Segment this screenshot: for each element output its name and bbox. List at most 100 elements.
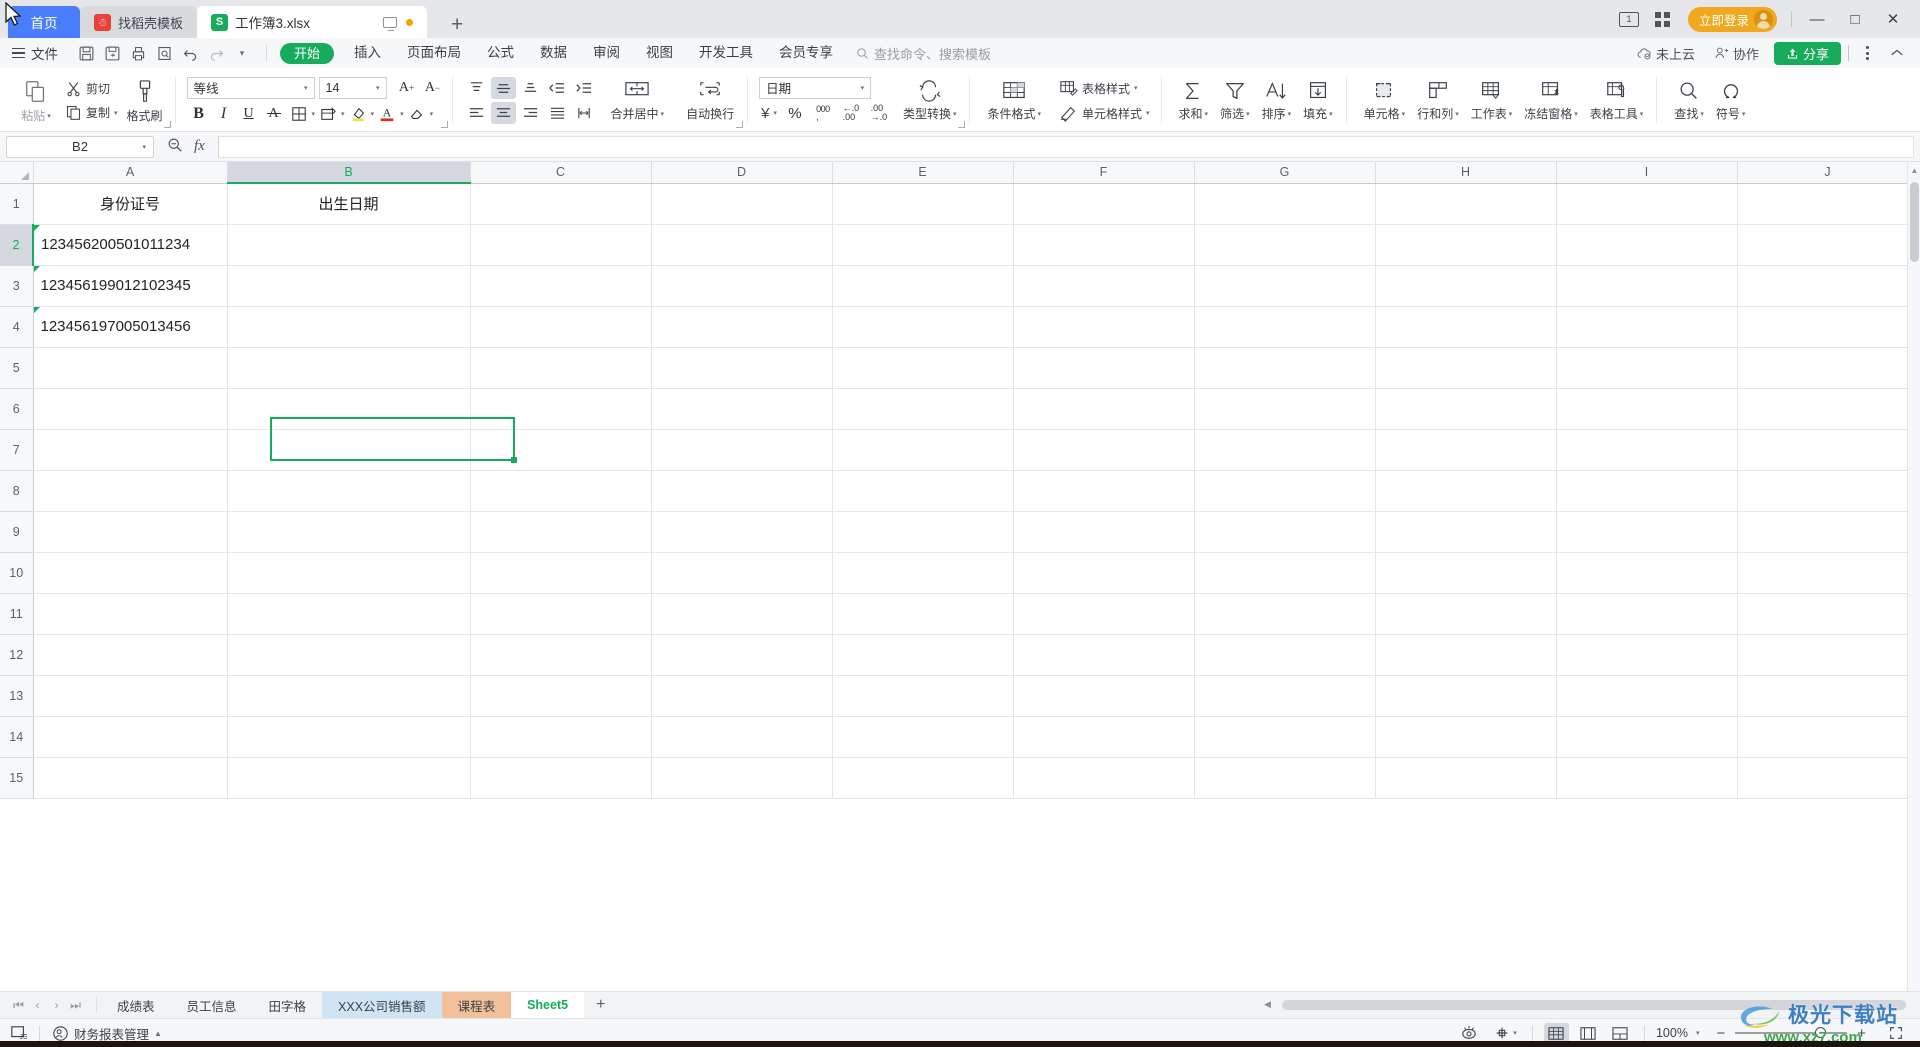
- cell-I9[interactable]: [1556, 511, 1738, 553]
- cell-E9[interactable]: [832, 511, 1014, 553]
- column-header-A[interactable]: A: [33, 162, 228, 184]
- cell-I5[interactable]: [1556, 347, 1738, 389]
- cell-I14[interactable]: [1556, 716, 1738, 758]
- cell-G4[interactable]: [1194, 306, 1376, 348]
- undo-icon[interactable]: [178, 41, 202, 65]
- number-dialog-launcher[interactable]: [958, 121, 966, 128]
- collapse-ribbon-icon[interactable]: [1882, 39, 1912, 67]
- conditional-format-button[interactable]: 条件格式 ▾: [981, 70, 1047, 131]
- cell-F7[interactable]: [1013, 429, 1195, 471]
- cell-F11[interactable]: [1013, 593, 1195, 635]
- cell-F1[interactable]: [1013, 183, 1195, 225]
- column-header-E[interactable]: E: [832, 162, 1014, 184]
- cell-F6[interactable]: [1013, 388, 1195, 430]
- cell-E7[interactable]: [832, 429, 1014, 471]
- column-header-H[interactable]: H: [1375, 162, 1557, 184]
- comma-format-button[interactable]: 000,: [811, 102, 835, 125]
- last-sheet-button[interactable]: ⏭: [67, 998, 84, 1013]
- chevron-down-icon[interactable]: ▾: [142, 143, 146, 151]
- cell-B4[interactable]: [227, 306, 471, 348]
- save-icon[interactable]: [74, 41, 98, 65]
- cell-D2[interactable]: [651, 224, 833, 266]
- cell-I6[interactable]: [1556, 388, 1738, 430]
- cell-H1[interactable]: [1375, 183, 1557, 225]
- cell-F9[interactable]: [1013, 511, 1195, 553]
- align-middle-icon[interactable]: [490, 77, 516, 99]
- cell-C7[interactable]: [470, 429, 652, 471]
- column-header-B[interactable]: B: [227, 162, 471, 184]
- horizontal-scrollbar[interactable]: ◀: [1260, 992, 1920, 1018]
- cell-F3[interactable]: [1013, 265, 1195, 307]
- cell-H5[interactable]: [1375, 347, 1557, 389]
- cell-C13[interactable]: [470, 675, 652, 717]
- cell-G15[interactable]: [1194, 757, 1376, 799]
- bold-button[interactable]: B: [187, 102, 211, 125]
- cell-C12[interactable]: [470, 634, 652, 676]
- cell-H3[interactable]: [1375, 265, 1557, 307]
- strikethrough-button[interactable]: A: [262, 102, 286, 125]
- cell-E5[interactable]: [832, 347, 1014, 389]
- cell-F14[interactable]: [1013, 716, 1195, 758]
- minimize-button[interactable]: —: [1800, 4, 1834, 34]
- cell-D3[interactable]: [651, 265, 833, 307]
- row-header-2[interactable]: 2: [0, 224, 34, 266]
- tab-page-layout[interactable]: 页面布局: [394, 38, 474, 68]
- borders-button[interactable]: [287, 102, 311, 125]
- cell-A4[interactable]: 123456197005013456: [33, 306, 228, 348]
- login-button[interactable]: 立即登录: [1687, 6, 1777, 32]
- cell-J9[interactable]: [1737, 511, 1919, 553]
- maximize-button[interactable]: □: [1838, 4, 1872, 34]
- js-console-button[interactable]: JS: [10, 1025, 27, 1041]
- cell-H7[interactable]: [1375, 429, 1557, 471]
- cell-F4[interactable]: [1013, 306, 1195, 348]
- cell-C9[interactable]: [470, 511, 652, 553]
- finance-report-button[interactable]: 财务报表管理 ▲: [52, 1024, 162, 1043]
- select-all-corner[interactable]: [0, 162, 34, 184]
- cell-style-button[interactable]: 单元格样式 ▾: [1055, 102, 1154, 124]
- row-header-7[interactable]: 7: [0, 429, 34, 471]
- cell-G10[interactable]: [1194, 552, 1376, 594]
- row-header-1[interactable]: 1: [0, 183, 34, 225]
- cell-E8[interactable]: [832, 470, 1014, 512]
- command-search[interactable]: 查找命令、搜索模板: [856, 44, 991, 63]
- row-header-6[interactable]: 6: [0, 388, 34, 430]
- row-header-14[interactable]: 14: [0, 716, 34, 758]
- cell-E12[interactable]: [832, 634, 1014, 676]
- cell-A1[interactable]: 身份证号: [33, 183, 228, 225]
- cell-I1[interactable]: [1556, 183, 1738, 225]
- file-menu-button[interactable]: 文件: [0, 43, 68, 63]
- cell-G3[interactable]: [1194, 265, 1376, 307]
- cell-I10[interactable]: [1556, 552, 1738, 594]
- cell-E11[interactable]: [832, 593, 1014, 635]
- italic-button[interactable]: I: [212, 102, 236, 125]
- sheet-tab-xxx-sales[interactable]: XXX公司销售额: [322, 992, 442, 1018]
- cell-A10[interactable]: [33, 552, 228, 594]
- align-bottom-icon[interactable]: [518, 77, 543, 99]
- apps-grid-icon[interactable]: [1648, 5, 1678, 33]
- pinyin-guide-button[interactable]: [316, 102, 340, 125]
- cell-I2[interactable]: [1556, 224, 1738, 266]
- symbol-button[interactable]: 符号 ▾: [1710, 70, 1752, 131]
- cell-A2[interactable]: 123456200501011234: [33, 224, 228, 266]
- cell-J8[interactable]: [1737, 470, 1919, 512]
- cell-H13[interactable]: [1375, 675, 1557, 717]
- cell-F15[interactable]: [1013, 757, 1195, 799]
- cell-G2[interactable]: [1194, 224, 1376, 266]
- column-header-F[interactable]: F: [1013, 162, 1195, 184]
- cell-G12[interactable]: [1194, 634, 1376, 676]
- cell-C4[interactable]: [470, 306, 652, 348]
- cell-C1[interactable]: [470, 183, 652, 225]
- cell-A9[interactable]: [33, 511, 228, 553]
- cell-D14[interactable]: [651, 716, 833, 758]
- insert-function-icon[interactable]: fx: [194, 138, 205, 155]
- font-name-select[interactable]: 等线 ▾: [186, 76, 315, 99]
- cell-A8[interactable]: [33, 470, 228, 512]
- row-header-11[interactable]: 11: [0, 593, 34, 635]
- scroll-up-arrow[interactable]: ▲: [1910, 166, 1919, 175]
- tab-insert[interactable]: 插入: [341, 38, 394, 68]
- sheet-tab-yuangongxinxi[interactable]: 员工信息: [171, 992, 253, 1018]
- cell-A11[interactable]: [33, 593, 228, 635]
- cell-I13[interactable]: [1556, 675, 1738, 717]
- table-style-button[interactable]: 表格样式 ▾: [1055, 77, 1154, 99]
- cell-C5[interactable]: [470, 347, 652, 389]
